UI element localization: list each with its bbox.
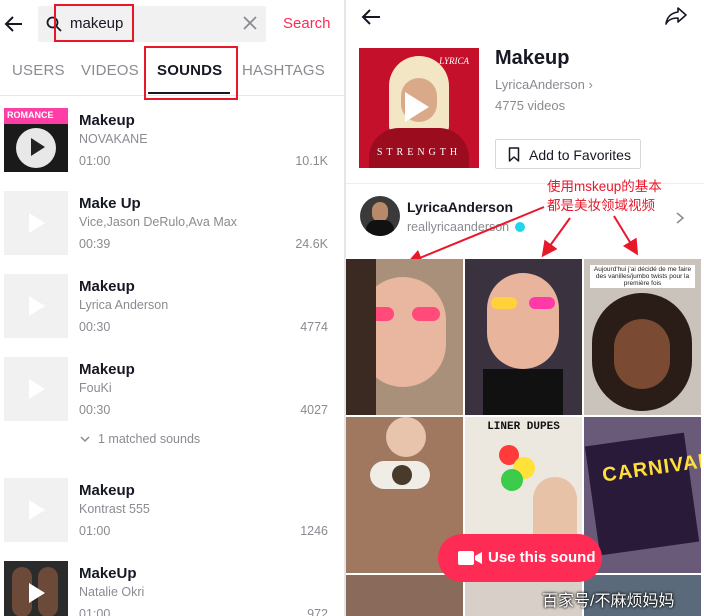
tab-users[interactable]: USERS [12, 62, 65, 79]
sound-title: Makeup [79, 482, 135, 499]
sound-duration: 01:00 [79, 524, 111, 538]
sound-artist: Natalie Okri [79, 585, 145, 599]
sound-duration: 01:00 [79, 607, 111, 616]
video-caption: LINER DUPES [487, 421, 560, 433]
matched-sounds-toggle[interactable]: 1 matched sounds [98, 432, 200, 446]
chevron-down-icon[interactable] [80, 434, 90, 444]
album-thumbnail [4, 357, 68, 421]
use-this-sound-label: Use this sound [488, 549, 596, 566]
list-item[interactable]: Make Up Vice,Jason DeRulo,Ava Max 00:39 … [0, 191, 344, 271]
sound-duration: 00:39 [79, 237, 111, 251]
search-button[interactable]: Search [283, 15, 331, 32]
album-thumbnail [4, 274, 68, 338]
sound-duration: 00:30 [79, 403, 111, 417]
sound-artist: FouKi [79, 381, 112, 395]
list-item[interactable]: Makeup FouKi 00:30 4027 [0, 357, 344, 437]
album-thumbnail [4, 478, 68, 542]
video-thumbnail[interactable] [346, 259, 463, 415]
sound-count: 1246 [300, 524, 328, 538]
tab-videos[interactable]: VIDEOS [81, 62, 139, 79]
video-thumbnail[interactable] [346, 575, 463, 616]
sound-title: Makeup [79, 112, 135, 129]
use-this-sound-button[interactable]: Use this sound [438, 534, 602, 582]
sound-artist: NOVAKANE [79, 132, 148, 146]
clear-icon[interactable] [242, 15, 258, 31]
video-camera-icon [458, 551, 482, 565]
tab-hashtags[interactable]: HASHTAGS [242, 62, 325, 79]
video-thumbnail[interactable]: CARNIVAL [584, 417, 701, 573]
album-thumb-text: ROMANCE [7, 110, 54, 120]
back-arrow-icon[interactable] [4, 14, 24, 34]
sound-detail-panel: LYRICA STRENGTH Makeup LyricaAnderson › … [346, 0, 704, 616]
album-thumbnail: ROMANCE [4, 108, 68, 172]
album-thumbnail [4, 561, 68, 616]
video-caption: Aujourd'hui j'ai décidé de me faire des … [590, 265, 695, 288]
highlight-box-sounds-tab [144, 46, 238, 100]
video-thumbnail[interactable] [465, 259, 582, 415]
highlight-box-search [54, 4, 134, 42]
album-thumbnail [4, 191, 68, 255]
play-icon [29, 500, 45, 520]
play-icon [29, 583, 45, 603]
list-item[interactable]: ROMANCE Makeup NOVAKANE 01:00 10.1K [0, 108, 344, 188]
sound-title: MakeUp [79, 565, 137, 582]
list-item[interactable]: MakeUp Natalie Okri 01:00 972 [0, 561, 344, 616]
sound-title: Makeup [79, 361, 135, 378]
sound-count: 4027 [300, 403, 328, 417]
sound-count: 24.6K [295, 237, 328, 251]
search-results-panel: makeup Search USERS VIDEOS SOUNDS HASHTA… [0, 0, 344, 616]
sound-duration: 00:30 [79, 320, 111, 334]
play-icon [29, 379, 45, 399]
watermark: 百家号/不麻烦妈妈 [542, 593, 675, 610]
play-icon [29, 296, 45, 316]
list-item[interactable]: Makeup Lyrica Anderson 00:30 4774 [0, 274, 344, 354]
play-icon [29, 213, 45, 233]
sound-artist: Vice,Jason DeRulo,Ava Max [79, 215, 237, 229]
sound-count: 10.1K [295, 154, 328, 168]
video-thumbnail[interactable]: Aujourd'hui j'ai décidé de me faire des … [584, 259, 701, 415]
sound-artist: Lyrica Anderson [79, 298, 169, 312]
sound-title: Make Up [79, 195, 141, 212]
sound-artist: Kontrast 555 [79, 502, 150, 516]
sound-title: Makeup [79, 278, 135, 295]
list-item[interactable]: Makeup Kontrast 555 01:00 1246 [0, 478, 344, 558]
sound-duration: 01:00 [79, 154, 111, 168]
sound-count: 4774 [300, 320, 328, 334]
annotation-arrows [406, 206, 639, 265]
sound-count: 972 [307, 607, 328, 616]
